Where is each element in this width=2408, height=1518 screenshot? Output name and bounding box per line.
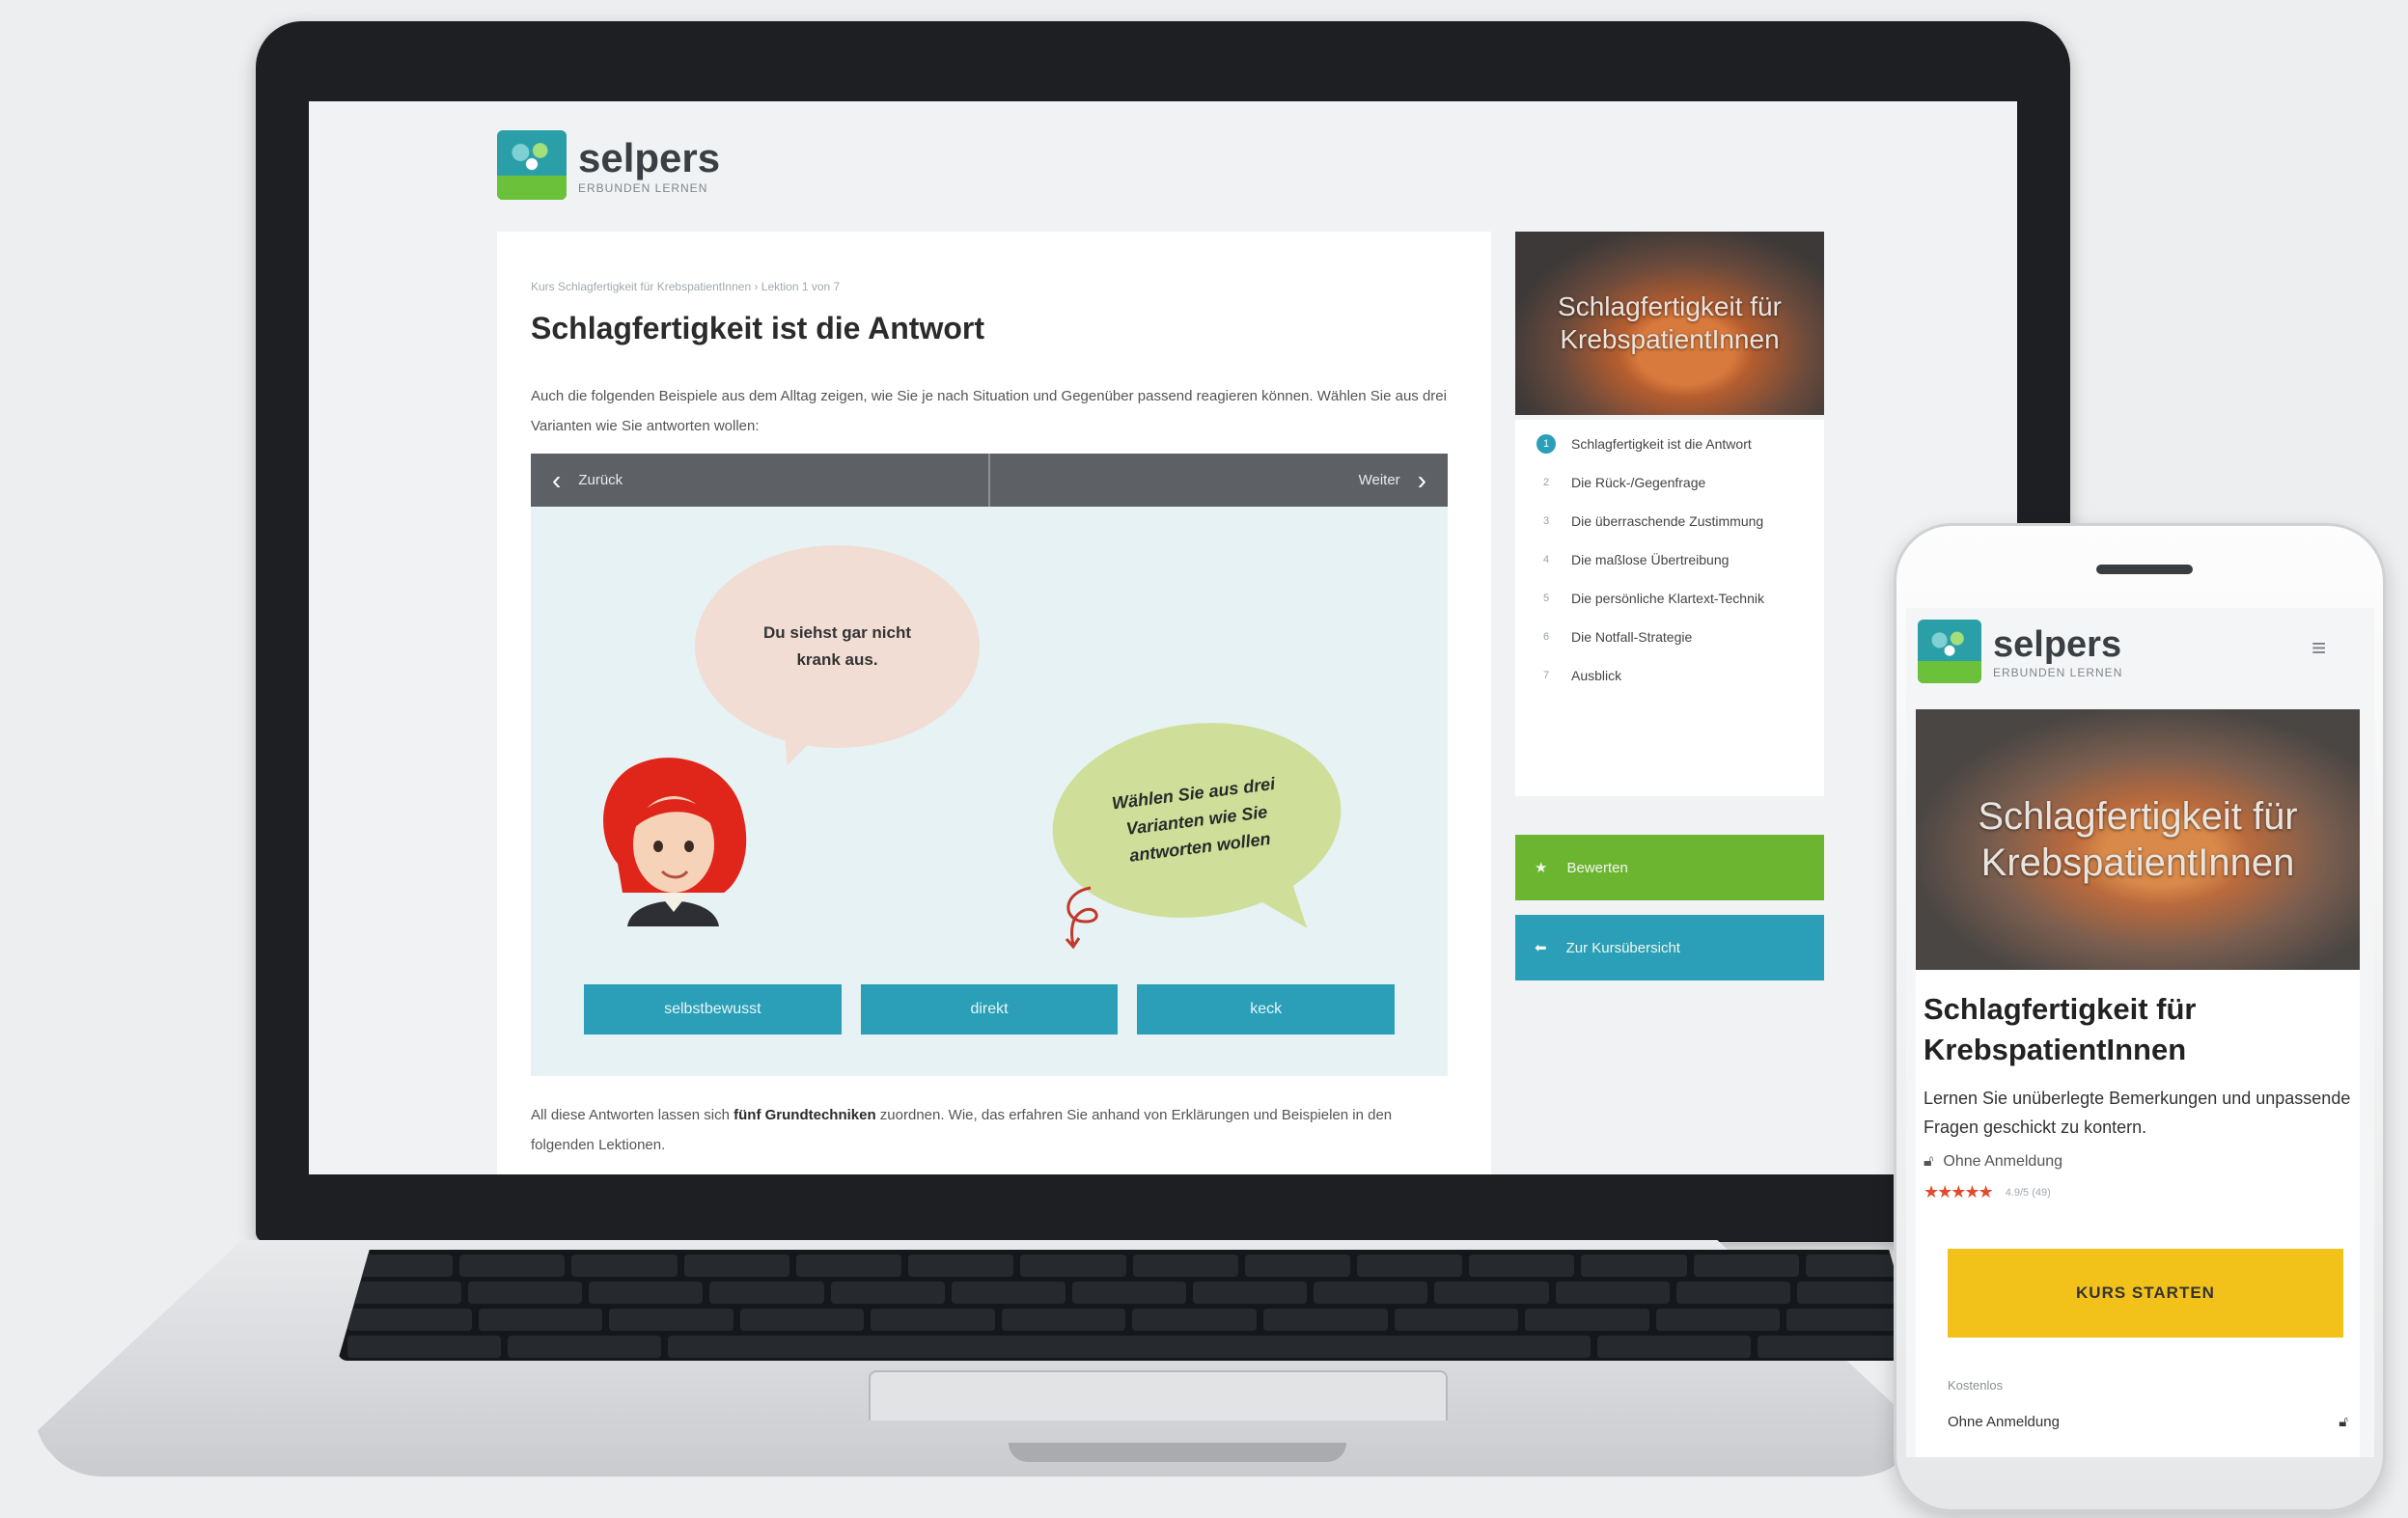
toc-item-4[interactable]: 4 Die maßlose Übertreibung [1536,547,1803,572]
phone-screen: selpers ERBUNDEN LERNEN ≡ Schlagfertigke… [1906,608,2374,1457]
toc-number: 5 [1542,593,1550,604]
hamburger-menu-icon[interactable]: ≡ [2311,635,2340,660]
toc-number: 3 [1542,515,1550,527]
outro-prefix: All diese Antworten lassen sich [531,1107,730,1123]
phone-hero-image: Schlagfertigkeit für KrebspatientInnen [1916,709,2360,970]
review-count: 4.9/5 (49) [2005,1186,2051,1199]
toc-label: Schlagfertigkeit ist die Antwort [1571,436,1752,452]
choice-keck-button[interactable]: keck [1137,984,1396,1035]
star-rating-icon: ★★★★★ [1924,1182,1994,1201]
unlock-icon: 🔓︎ [1924,1153,1934,1170]
star-icon: ★ [1535,860,1548,876]
phone-hero-title: Schlagfertigkeit für KrebspatientInnen [1978,795,2298,884]
breadcrumb[interactable]: Kurs Schlagfertigkeit für KrebspatientIn… [531,280,840,293]
dialog-scene: Du siehst gar nicht krank aus. Wählen Si… [531,507,1448,1076]
laptop-keyboard [338,1250,1921,1361]
back-button[interactable]: ‹ Zurück [531,454,988,507]
toc-number: 2 [1542,477,1550,488]
unlock-icon: 🔓︎ [2339,1414,2348,1430]
chevron-left-icon: ‹ [552,464,562,495]
toc-label: Die überraschende Zustimmung [1571,513,1764,529]
rating: ★★★★★ 4.9/5 (49) [1924,1182,2352,1202]
rate-button[interactable]: ★ Bewerten [1515,835,1824,900]
toc-number: 7 [1542,670,1550,681]
laptop-trackpad [869,1370,1448,1421]
selpers-logo-icon [497,130,567,200]
chevron-right-icon: › [1417,464,1426,495]
toc-item-1[interactable]: 1 Schlagfertigkeit ist die Antwort [1536,431,1803,456]
laptop-notch [1009,1443,1346,1462]
outro-bold: fünf Grundtechniken [733,1107,876,1123]
price-row: Ohne Anmeldung 🔓︎ [1948,1414,2348,1430]
lesson-nav-bar: ‹ Zurück Weiter › [531,454,1448,507]
toc-label: Ausblick [1571,668,1622,683]
toc-item-3[interactable]: 3 Die überraschende Zustimmung [1536,509,1803,534]
phone-course-title: Schlagfertigkeit für KrebspatientInnen [1924,992,2197,1066]
lesson-intro: Auch die folgenden Beispiele aus dem All… [531,388,1447,434]
phone-speaker [2096,565,2193,574]
brand-logo-mobile[interactable]: selpers ERBUNDEN LERNEN [1918,620,2122,683]
brand-tagline: ERBUNDEN LERNEN [578,181,708,195]
toc-item-6[interactable]: 6 Die Notfall-Strategie [1536,624,1803,649]
lesson-title: Schlagfertigkeit ist die Antwort [531,311,984,345]
lesson-card: Kurs Schlagfertigkeit für KrebspatientIn… [497,232,1491,1174]
toc-item-2[interactable]: 2 Die Rück-/Gegenfrage [1536,470,1803,495]
laptop-screen: selpers ERBUNDEN LERNEN Kurs Schlagferti… [309,101,2017,1174]
back-label: Zurück [578,472,623,488]
arrow-left-icon: ⬅ [1535,940,1547,956]
rate-label: Bewerten [1566,859,1628,876]
next-button[interactable]: Weiter › [988,454,1448,507]
access-label: Ohne Anmeldung [1943,1153,2063,1170]
phone-access-info: 🔓︎ Ohne Anmeldung [1924,1153,2352,1171]
toc-label: Die maßlose Übertreibung [1571,552,1730,567]
course-thumbnail[interactable]: Schlagfertigkeit für KrebspatientInnen [1515,232,1824,415]
toc-item-5[interactable]: 5 Die persönliche Klartext-Technik [1536,586,1803,611]
toc-number: 4 [1542,554,1550,566]
price-value: Ohne Anmeldung [1948,1414,2060,1430]
course-overview-button[interactable]: ⬅ Zur Kursübersicht [1515,915,1824,980]
choice-direkt-button[interactable]: direkt [860,984,1119,1035]
start-course-button[interactable]: KURS STARTEN [1948,1249,2343,1338]
brand-tagline: ERBUNDEN LERNEN [1993,665,2123,679]
price-label: Kostenlos [1948,1378,2004,1393]
selpers-logo-icon [1918,620,1981,683]
toc-number: 6 [1542,631,1550,643]
brand-name: selpers [1993,623,2122,665]
lesson-outro: All diese Antworten lassen sich fünf Gru… [531,1100,1457,1160]
phone-course-card: Schlagfertigkeit für KrebspatientInnen L… [1916,970,2360,1457]
course-overview-label: Zur Kursübersicht [1565,939,1680,956]
toc-label: Die persönliche Klartext-Technik [1571,591,1764,606]
choice-selbstbewusst-button[interactable]: selbstbewusst [584,984,842,1035]
next-label: Weiter [1358,472,1400,488]
brand-logo[interactable]: selpers ERBUNDEN LERNEN [497,130,720,200]
answer-choices: selbstbewusst direkt keck [584,984,1396,1035]
toc-label: Die Notfall-Strategie [1571,629,1693,645]
toc-label: Die Rück-/Gegenfrage [1571,475,1706,490]
phone-course-description: Lernen Sie unüberlegte Bemerkungen und u… [1924,1089,2351,1137]
lesson-toc: 1 Schlagfertigkeit ist die Antwort 2 Die R… [1515,420,1824,796]
squiggle-arrow-icon [1065,886,1098,950]
toc-item-7[interactable]: 7 Ausblick [1536,663,1803,688]
course-thumbnail-title: Schlagfertigkeit für KrebspatientInnen [1558,291,1782,354]
toc-number: 1 [1536,434,1556,454]
avatar-illustration [603,758,747,926]
speech-bubble-statement: Du siehst gar nicht krank aus. [695,545,980,748]
brand-name: selpers [578,135,721,180]
